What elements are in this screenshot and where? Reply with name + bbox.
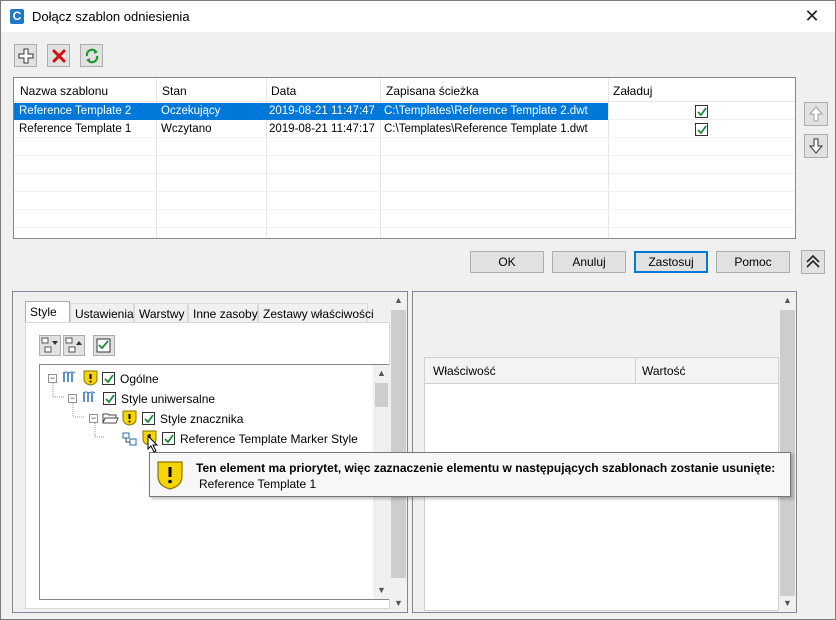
tree-item-label: Reference Template Marker Style: [180, 432, 358, 446]
column-header-name[interactable]: Nazwa szablonu: [20, 84, 108, 98]
tab-other-resources[interactable]: Inne zasoby: [188, 303, 258, 323]
template-path: C:\Templates\Reference Template 2.dwt: [384, 105, 588, 117]
column-header-load[interactable]: Załaduj: [613, 84, 652, 98]
mouse-cursor-icon: [147, 435, 159, 453]
tree-checkbox[interactable]: [142, 412, 155, 425]
table-row[interactable]: Reference Template 2 Oczekujący 2019-08-…: [14, 103, 795, 120]
dialog-window: C Dołącz szablon odniesienia ✕ Nazwa sza…: [0, 0, 836, 620]
tree-checkbox[interactable]: [162, 432, 175, 445]
empty-row: [14, 157, 795, 174]
collapse-all-button[interactable]: [63, 335, 85, 356]
title-bar: C Dołącz szablon odniesienia ✕: [1, 1, 835, 32]
checkbox-icon: [96, 338, 111, 353]
open-folder-icon: [102, 413, 119, 424]
delete-x-icon: [52, 49, 66, 63]
column-header-property[interactable]: Właściwość: [433, 364, 496, 378]
cancel-button[interactable]: Anuluj: [552, 251, 626, 273]
load-checkbox[interactable]: [695, 123, 708, 136]
load-checkbox[interactable]: [695, 105, 708, 118]
window-title: Dołącz szablon odniesienia: [32, 9, 190, 24]
warning-shield-icon: [83, 370, 98, 386]
tab-settings[interactable]: Ustawienia: [70, 303, 134, 323]
checkmark-icon: [104, 374, 114, 384]
priority-tooltip: Ten element ma priorytet, więc zaznaczen…: [149, 452, 791, 497]
tree-item-label: Ogólne: [120, 372, 159, 386]
templates-table: Nazwa szablonu Stan Data Zapisana ścieżk…: [13, 77, 796, 239]
column-header-status[interactable]: Stan: [162, 84, 187, 98]
collapse-button[interactable]: [801, 250, 825, 274]
empty-row: [14, 139, 795, 156]
empty-row: [14, 175, 795, 192]
plus-icon: [18, 48, 34, 64]
checkmark-icon: [105, 394, 115, 404]
tree-checkbox[interactable]: [103, 392, 116, 405]
help-button[interactable]: Pomoc: [716, 251, 790, 273]
styles-folder-icon: [82, 391, 96, 402]
marker-style-icon: [122, 432, 137, 446]
properties-table-header: Właściwość Wartość: [425, 358, 778, 384]
templates-table-header: Nazwa szablonu Stan Data Zapisana ścieżk…: [14, 78, 795, 102]
checkmark-icon: [164, 434, 174, 444]
refresh-icon: [85, 48, 99, 64]
column-header-value[interactable]: Wartość: [642, 364, 686, 378]
tooltip-body: Reference Template 1: [199, 477, 317, 491]
template-status: Wczytano: [161, 123, 212, 135]
tab-style[interactable]: Style: [25, 301, 70, 323]
template-path: C:\Templates\Reference Template 1.dwt: [384, 123, 588, 135]
empty-row: [14, 211, 795, 228]
apply-button[interactable]: Zastosuj: [634, 251, 708, 273]
template-name: Reference Template 2: [19, 105, 132, 117]
empty-row: [14, 193, 795, 210]
collapse-node-icon[interactable]: −: [48, 374, 57, 383]
expand-all-button[interactable]: [39, 335, 61, 356]
warning-shield-icon: [122, 410, 137, 426]
expand-tree-icon: [41, 337, 58, 353]
double-chevron-up-icon: [806, 254, 820, 268]
collapse-tree-icon: [65, 337, 82, 353]
template-status: Oczekujący: [161, 105, 221, 117]
app-logo-icon: C: [10, 9, 24, 24]
styles-folder-icon: [62, 371, 76, 382]
move-down-button[interactable]: [804, 134, 828, 158]
scroll-thumb[interactable]: [375, 383, 388, 407]
template-date: 2019-08-21 11:47:47: [269, 105, 375, 117]
move-up-button[interactable]: [804, 102, 828, 126]
refresh-button[interactable]: [80, 44, 103, 67]
tree-item-label: Style uniwersalne: [121, 392, 216, 406]
remove-template-button[interactable]: [47, 44, 70, 67]
tooltip-title: Ten element ma priorytet, więc zaznaczen…: [196, 461, 776, 475]
column-header-date[interactable]: Data: [271, 84, 296, 98]
scroll-thumb[interactable]: [391, 310, 406, 578]
collapse-node-icon[interactable]: −: [68, 394, 77, 403]
tree-checkbox[interactable]: [102, 372, 115, 385]
tab-property-sets[interactable]: Zestawy właściwości: [258, 303, 374, 323]
column-header-path[interactable]: Zapisana ścieżka: [386, 84, 479, 98]
select-all-button[interactable]: [93, 335, 115, 356]
arrow-down-icon: [809, 138, 823, 154]
checkmark-icon: [697, 107, 707, 117]
template-name: Reference Template 1: [19, 123, 132, 135]
warning-shield-icon: [157, 461, 183, 490]
tab-layers[interactable]: Warstwy: [134, 303, 188, 323]
tree-item-label: Style znacznika: [160, 412, 244, 426]
checkmark-icon: [144, 414, 154, 424]
add-template-button[interactable]: [14, 44, 37, 67]
close-button[interactable]: ✕: [789, 1, 835, 32]
collapse-node-icon[interactable]: −: [89, 414, 98, 423]
arrow-up-icon: [809, 106, 823, 122]
checkmark-icon: [697, 125, 707, 135]
template-date: 2019-08-21 11:47:17: [269, 123, 375, 135]
table-row[interactable]: Reference Template 1 Wczytano 2019-08-21…: [14, 121, 795, 138]
ok-button[interactable]: OK: [470, 251, 544, 273]
